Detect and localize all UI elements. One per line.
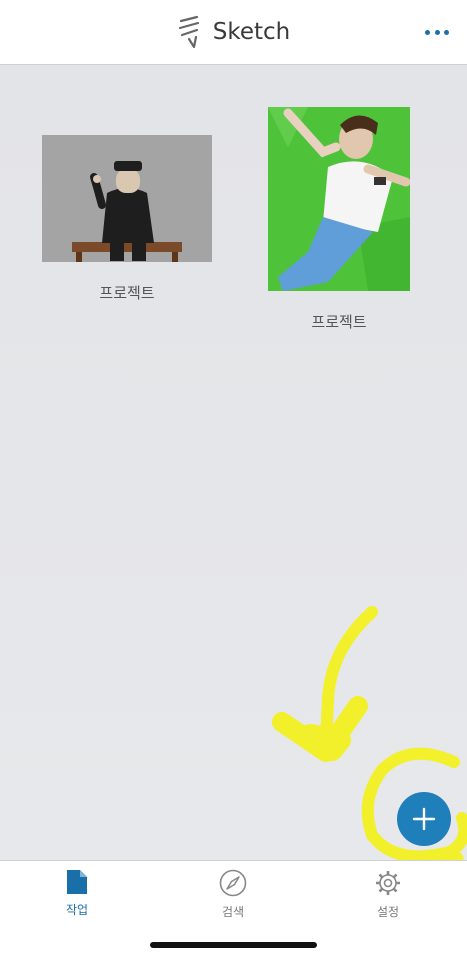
compass-icon — [219, 869, 247, 897]
person-on-grass-drawing[interactable] — [268, 107, 410, 291]
gear-icon — [376, 871, 400, 895]
home-indicator[interactable] — [150, 942, 317, 948]
app-header: Sketch — [0, 0, 467, 65]
tab-settings-label: 설정 — [376, 905, 400, 919]
more-dots-icon[interactable] — [425, 24, 449, 40]
tab-work[interactable]: 작업 — [27, 869, 127, 918]
tab-search-label: 검색 — [221, 905, 245, 919]
project-label: 프로젝트 — [99, 284, 155, 302]
app-title: Sketch — [212, 19, 291, 45]
project-gallery: 프로젝트 프로젝트 — [0, 65, 467, 860]
document-icon — [67, 870, 87, 894]
seated-figure-drawing[interactable] — [42, 135, 212, 262]
tab-settings[interactable]: 설정 — [338, 869, 438, 920]
plus-icon — [412, 807, 436, 831]
project-label: 프로젝트 — [311, 313, 367, 331]
tab-work-label: 작업 — [65, 903, 89, 917]
add-project-button[interactable] — [397, 792, 451, 846]
tab-search[interactable]: 검색 — [183, 869, 283, 920]
sketch-logo-icon — [178, 15, 199, 49]
project-card[interactable]: 프로젝트 — [268, 107, 410, 332]
project-card[interactable]: 프로젝트 — [42, 135, 212, 303]
